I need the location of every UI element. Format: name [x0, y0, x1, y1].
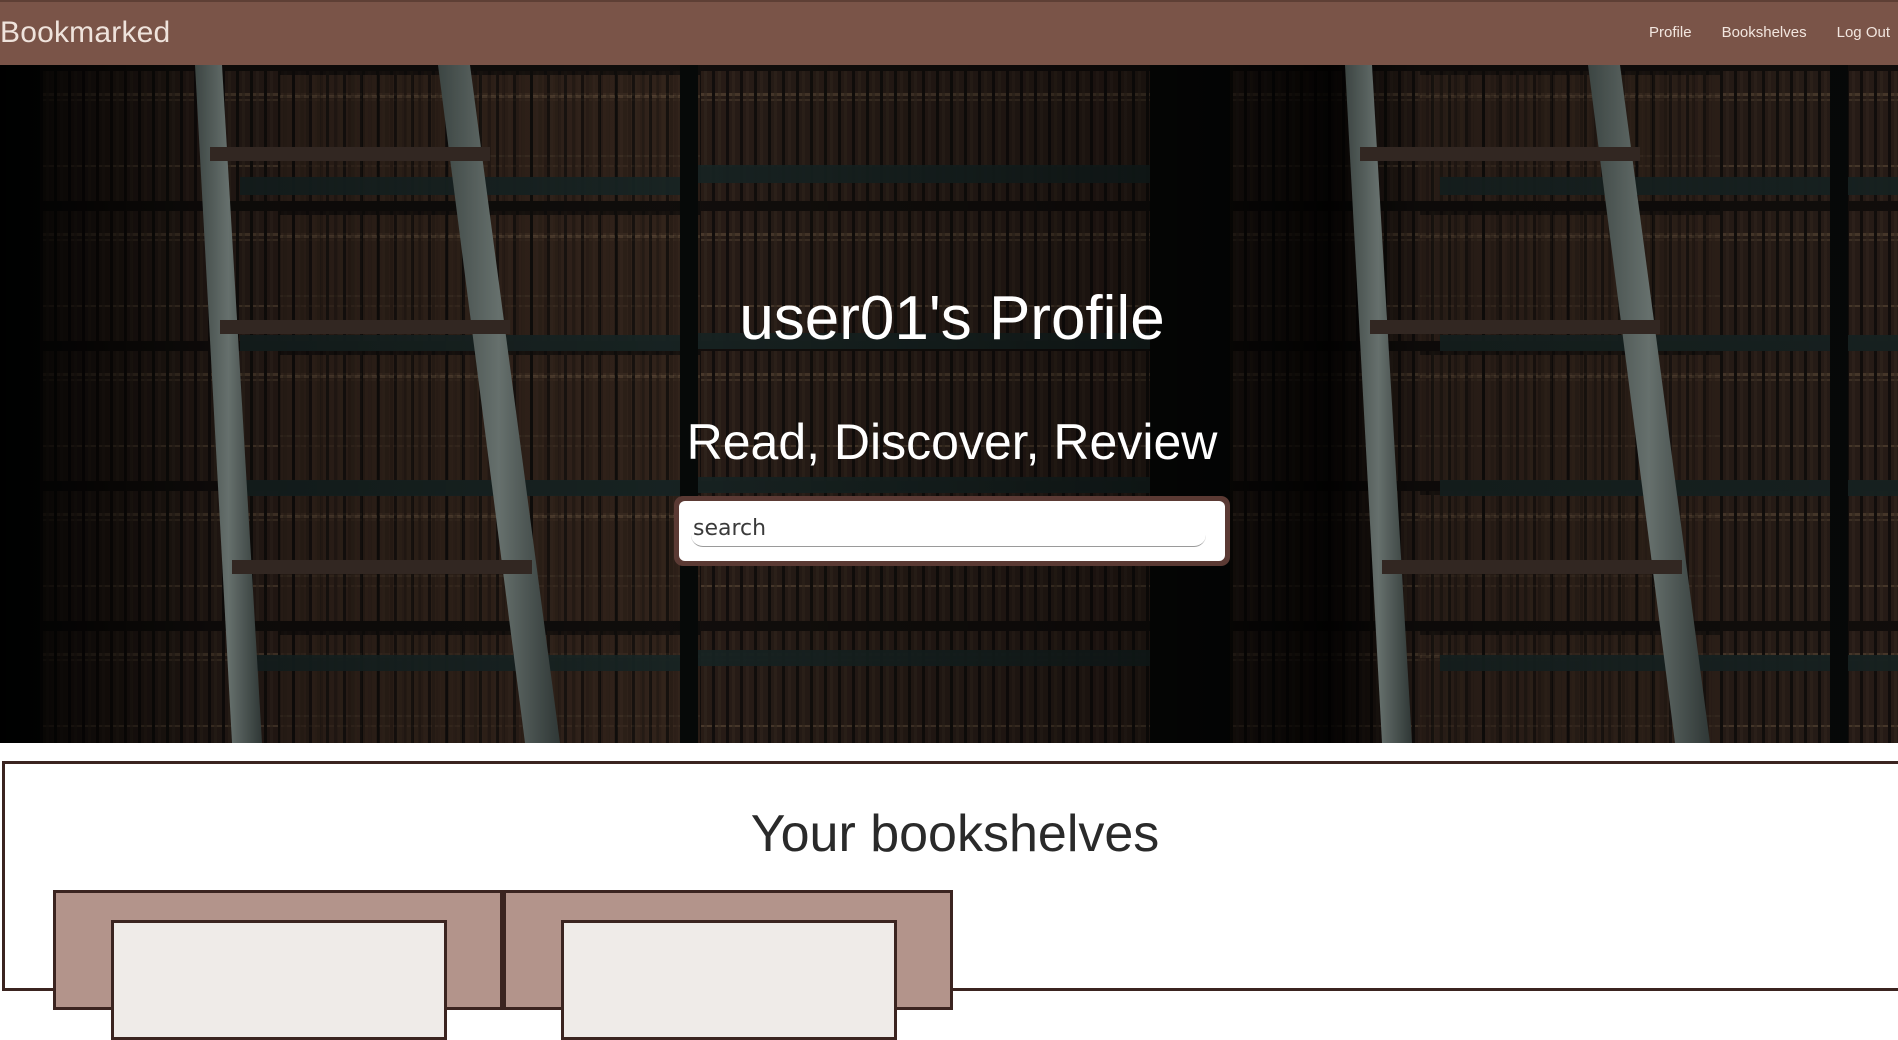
library-background-image: [0, 65, 1898, 743]
bookshelf-card[interactable]: [503, 890, 953, 1040]
hero-banner: user01's Profile Read, Discover, Review: [0, 65, 1898, 743]
nav-link-bookshelves[interactable]: Bookshelves: [1722, 24, 1807, 41]
nav-links: Profile Bookshelves Log Out: [1649, 24, 1890, 41]
nav-link-profile[interactable]: Profile: [1649, 24, 1692, 41]
bookshelf-cover: [111, 920, 447, 1040]
bookshelves-section: Your bookshelves: [2, 761, 1898, 1040]
search-input[interactable]: [691, 511, 1206, 547]
bookshelf-cover: [561, 920, 897, 1040]
brand-logo[interactable]: Bookmarked: [0, 16, 170, 50]
top-navbar: Bookmarked Profile Bookshelves Log Out: [0, 0, 1898, 65]
search-container: [674, 496, 1230, 566]
search-box: [679, 501, 1225, 561]
bookshelves-heading: Your bookshelves: [750, 805, 1160, 863]
bookshelf-card[interactable]: [53, 890, 503, 1040]
hero-tagline: Read, Discover, Review: [686, 414, 1218, 470]
profile-heading: user01's Profile: [739, 284, 1165, 353]
nav-link-logout[interactable]: Log Out: [1837, 24, 1890, 41]
